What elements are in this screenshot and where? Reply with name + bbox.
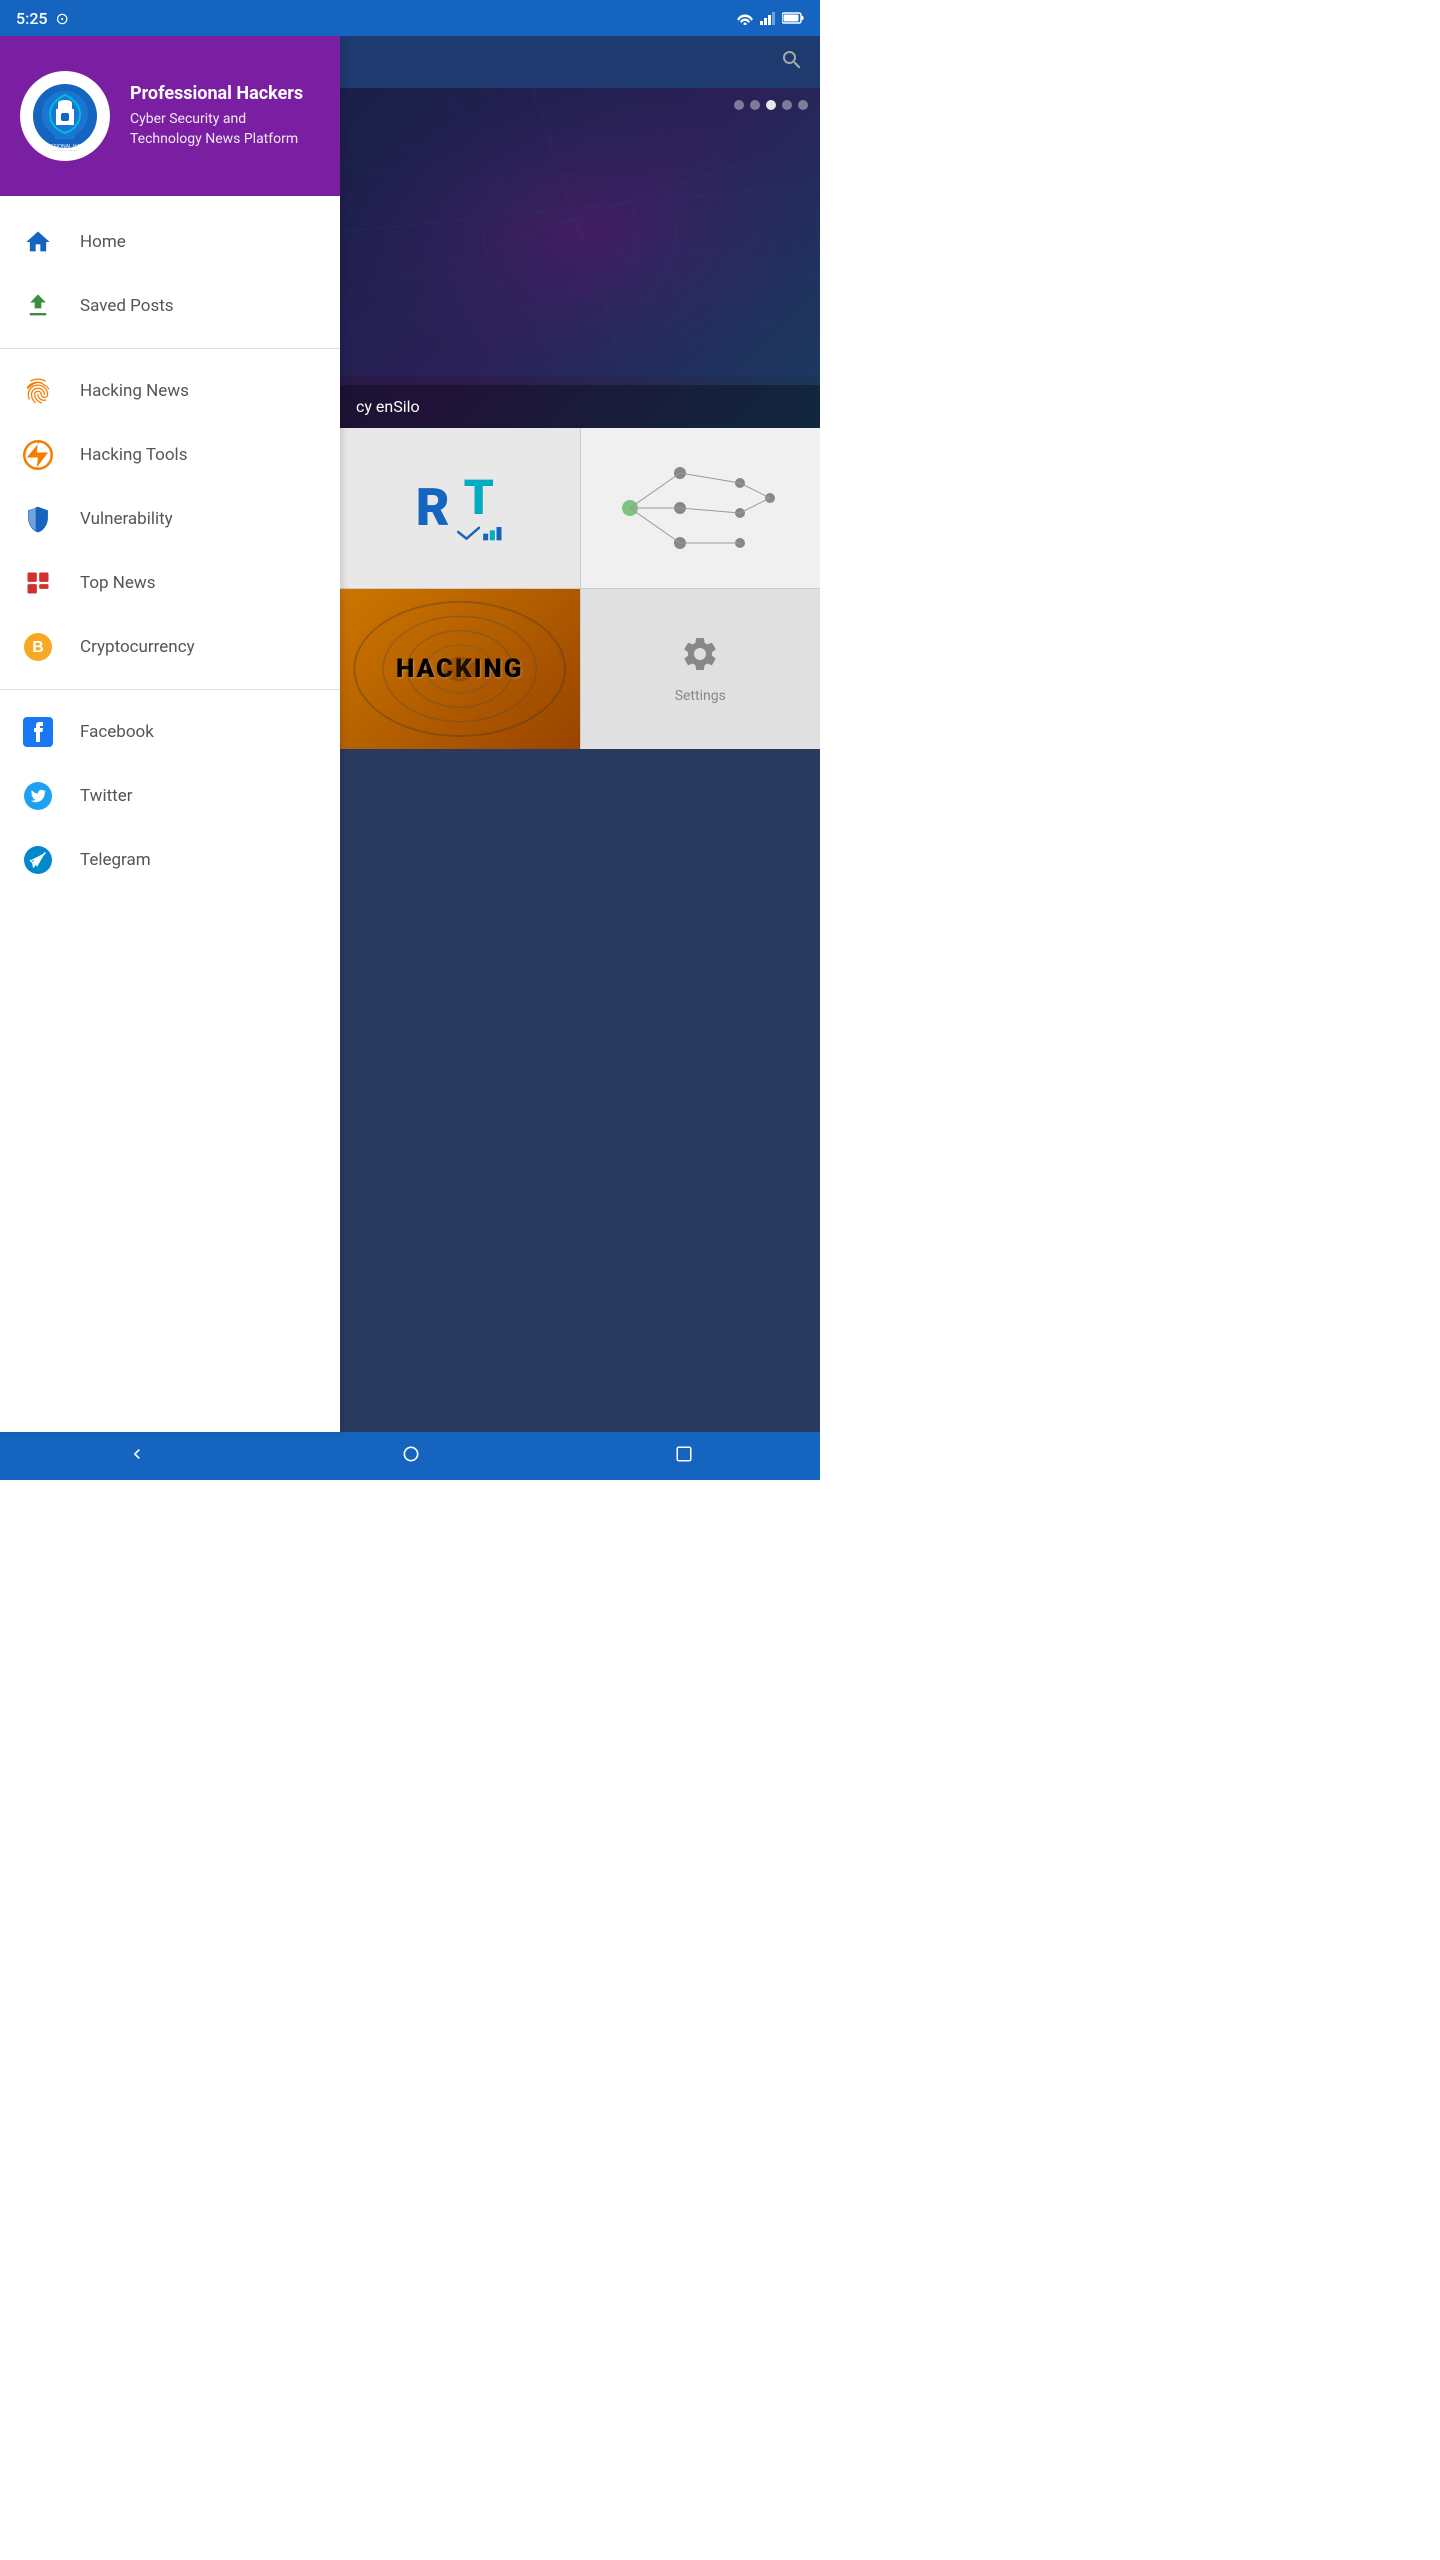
app-title-block: Professional Hackers Cyber Security and … [130,83,320,149]
wifi-icon [736,11,754,25]
network-background [340,88,820,376]
checkmark-bar-icon [454,522,504,542]
card-diagram[interactable] [581,428,821,588]
svg-text:B: B [32,639,44,656]
download-icon [20,288,56,324]
app-name: Professional Hackers [130,83,320,104]
card-rt-logo[interactable]: R T [340,428,580,588]
sidebar-item-saved-posts[interactable]: Saved Posts [0,274,340,338]
slider-dot-1[interactable] [734,100,744,110]
sidebar-item-cryptocurrency[interactable]: B Cryptocurrency [0,615,340,679]
top-news-label: Top News [80,573,155,593]
svg-text:ON SECURITY: ON SECURITY [51,149,79,151]
cryptocurrency-label: Cryptocurrency [80,637,195,657]
recents-button[interactable] [667,1436,701,1476]
settings-label: Settings [675,688,726,704]
vulnerability-label: Vulnerability [80,509,173,529]
content-grid: R T [340,428,820,749]
diagram-graphic [581,428,821,588]
content-panel: cy enSilo R T [340,36,820,1432]
fingerprint-icon [20,373,56,409]
card-settings[interactable]: Settings [581,589,821,749]
sidebar-item-home[interactable]: Home [0,210,340,274]
gear-icon [680,634,720,682]
logo-svg: PROFESSIONAL HACKERS ON SECURITY [30,81,100,151]
slider-caption: cy enSilo [340,385,820,428]
grid-icon [20,565,56,601]
menu-divider-1 [0,348,340,349]
time-display: 5:25 [16,9,48,28]
app-logo: PROFESSIONAL HACKERS ON SECURITY [20,71,110,161]
slider-dot-2[interactable] [750,100,760,110]
battery-icon [782,12,804,24]
slider-dot-5[interactable] [798,100,808,110]
hacking-tools-label: Hacking Tools [80,445,187,465]
rt-logo-graphic: R T [416,474,504,542]
settings-graphic: Settings [581,589,821,749]
home-icon [20,224,56,260]
sidebar-item-telegram[interactable]: Telegram [0,828,340,892]
nav-bar [0,1432,820,1480]
status-left: 5:25 ⊙ [16,9,69,28]
slider-dot-4[interactable] [782,100,792,110]
search-icon [780,48,804,72]
sidebar-item-twitter[interactable]: Twitter [0,764,340,828]
saved-posts-label: Saved Posts [80,296,174,316]
search-button[interactable] [780,48,804,76]
twitter-icon [20,778,56,814]
flash-icon [20,437,56,473]
menu-section-categories: Hacking News Hacking Tools [0,353,340,685]
home-button[interactable] [393,1436,429,1477]
content-slider: cy enSilo [340,88,820,428]
slider-dot-3[interactable] [766,100,776,110]
slider-dots [734,100,808,110]
sidebar-header: PROFESSIONAL HACKERS ON SECURITY Profess… [0,36,340,196]
card-hacking[interactable]: HACKING [340,589,580,749]
sidebar-item-top-news[interactable]: Top News [0,551,340,615]
menu-section-main: Home Saved Posts [0,204,340,344]
hacking-news-label: Hacking News [80,381,189,401]
sidebar-item-vulnerability[interactable]: Vulnerability [0,487,340,551]
back-button[interactable] [119,1436,155,1477]
shield-icon [20,501,56,537]
sidebar-item-hacking-tools[interactable]: Hacking Tools [0,423,340,487]
twitter-label: Twitter [80,786,132,806]
network-diagram-svg [600,443,800,573]
menu-section-social: Facebook Twitter [0,694,340,898]
facebook-icon [20,714,56,750]
notification-icon: ⊙ [56,9,69,28]
sidebar-item-facebook[interactable]: Facebook [0,700,340,764]
bitcoin-icon: B [20,629,56,665]
menu-divider-2 [0,689,340,690]
status-bar: 5:25 ⊙ [0,0,820,36]
home-label: Home [80,232,126,252]
telegram-icon [20,842,56,878]
telegram-label: Telegram [80,850,151,870]
sidebar-menu: Home Saved Posts [0,196,340,1432]
sidebar-item-hacking-news[interactable]: Hacking News [0,359,340,423]
status-right [736,11,804,25]
hack-graphic: HACKING [340,589,580,749]
main-container: PROFESSIONAL HACKERS ON SECURITY Profess… [0,36,820,1432]
app-subtitle: Cyber Security and Technology News Platf… [130,110,320,149]
facebook-label: Facebook [80,722,154,742]
content-topbar [340,36,820,88]
signal-icon [760,11,776,25]
sidebar: PROFESSIONAL HACKERS ON SECURITY Profess… [0,36,340,1432]
